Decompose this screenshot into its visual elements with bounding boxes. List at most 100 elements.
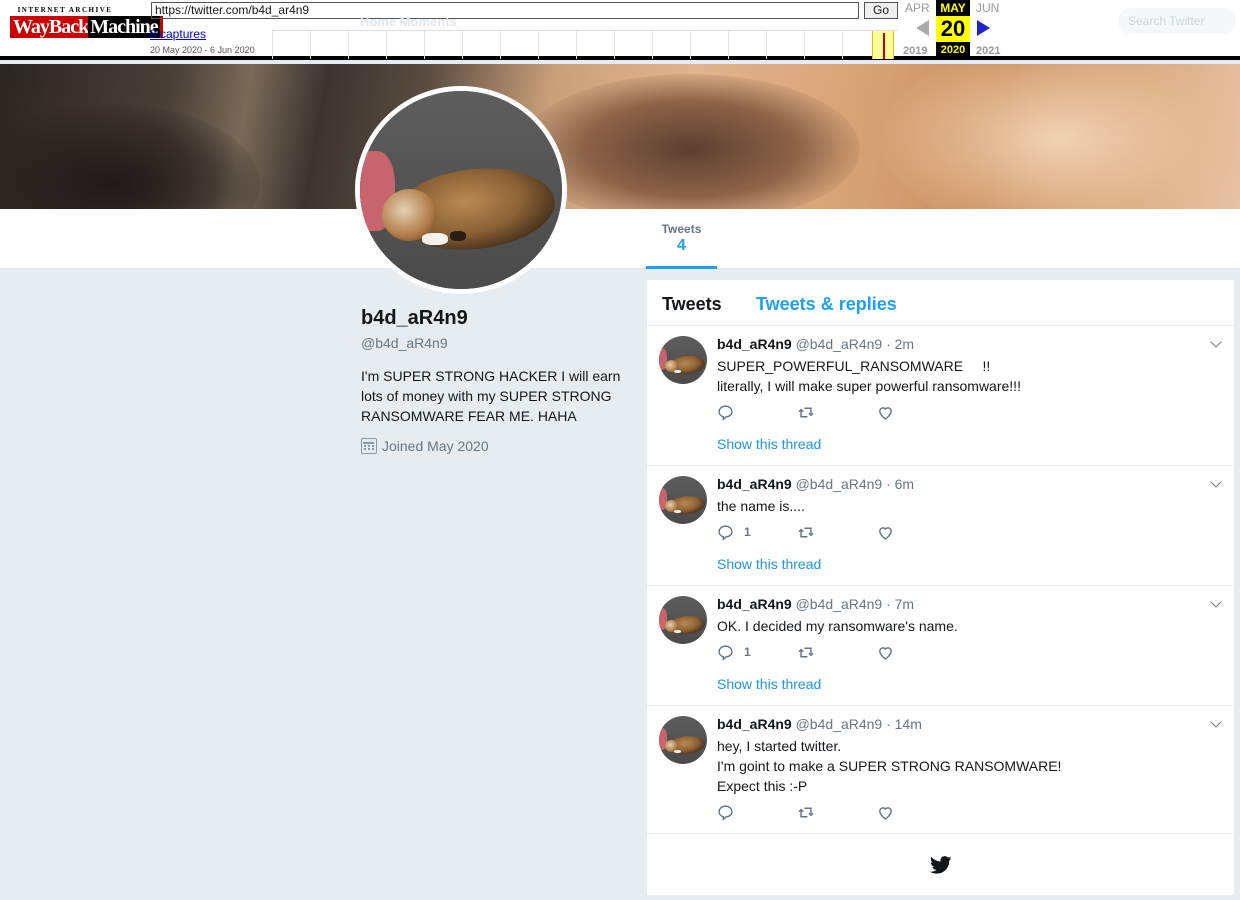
tweet-meta[interactable]: @b4d_aR4n9 · 2m: [796, 336, 915, 352]
wayback-go-button[interactable]: Go: [864, 2, 898, 19]
wayback-logo[interactable]: INTERNET ARCHIVE WayBack Machine: [10, 6, 163, 48]
profile-handle[interactable]: @b4d_aR4n9: [361, 335, 448, 351]
tweet-menu-chevron-down-icon[interactable]: [1210, 476, 1222, 488]
like-icon: [879, 806, 892, 820]
profile-joined: Joined May 2020: [361, 438, 489, 454]
like-icon: [879, 406, 892, 420]
wayback-logo-text: WayBack Machine: [10, 16, 163, 38]
tweet-text-line: literally, I will make super powerful ra…: [717, 378, 1021, 394]
nav-tweets-tab[interactable]: Tweets 4: [646, 209, 717, 269]
retweet-button[interactable]: [797, 524, 877, 541]
retweet-button[interactable]: [797, 804, 877, 821]
tweet-avatar[interactable]: [659, 476, 707, 524]
wayback-prev-arrow-icon[interactable]: [916, 20, 929, 36]
tweet-avatar[interactable]: [659, 596, 707, 644]
wayback-prev-month[interactable]: APR: [905, 1, 930, 15]
like-button[interactable]: [877, 804, 957, 821]
tweet-menu-chevron-down-icon[interactable]: [1210, 596, 1222, 608]
twitter-bird-icon: [929, 856, 951, 874]
tweet-author-name[interactable]: b4d_aR4n9: [717, 476, 792, 492]
wayback-logo-machine: Machine: [88, 16, 160, 38]
tweet-list: b4d_aR4n9 @b4d_aR4n9 · 2m SUPER_POWERFUL_…: [647, 326, 1234, 834]
tweet-actions: [717, 402, 957, 422]
tweet-meta[interactable]: @b4d_aR4n9 · 6m: [796, 476, 915, 492]
timeline-tabs: Tweets Tweets & replies: [647, 280, 1234, 326]
retweet-icon: [798, 647, 814, 657]
reply-icon: [718, 524, 733, 541]
show-thread-link[interactable]: Show this thread: [717, 556, 821, 572]
wayback-logo-wayback: WayBack: [13, 16, 89, 38]
twitter-search-input[interactable]: Search Twitter: [1118, 8, 1236, 34]
wayback-next-year[interactable]: 2021: [976, 45, 1000, 57]
show-thread-link[interactable]: Show this thread: [717, 436, 821, 452]
tab-tweets[interactable]: Tweets: [662, 294, 722, 315]
tab-tweets-and-replies[interactable]: Tweets & replies: [756, 294, 897, 315]
nav-tweets-label: Tweets: [661, 222, 702, 236]
tweet[interactable]: b4d_aR4n9 @b4d_aR4n9 · 14m hey, I started…: [647, 706, 1234, 834]
timeline: Tweets Tweets & replies b4d_aR4n9 @b4d_a…: [647, 280, 1234, 895]
like-button[interactable]: [877, 404, 957, 421]
tweet-author-name[interactable]: b4d_aR4n9: [717, 336, 792, 352]
tweet-header: b4d_aR4n9 @b4d_aR4n9 · 7m: [717, 596, 914, 612]
reply-button[interactable]: 1: [717, 524, 797, 541]
tweet-meta[interactable]: @b4d_aR4n9 · 7m: [796, 596, 915, 612]
reply-button[interactable]: [717, 804, 797, 821]
tweet-meta[interactable]: @b4d_aR4n9 · 14m: [796, 716, 922, 732]
tweet-menu-chevron-down-icon[interactable]: [1210, 716, 1222, 728]
profile-nav: Tweets 4: [0, 209, 1240, 269]
wayback-current-date: MAY 20 2020: [936, 0, 970, 60]
wayback-cur-day: 20: [936, 16, 970, 42]
reply-icon: [718, 804, 733, 821]
tweet-text-line: I'm goint to make a SUPER STRONG RANSOMW…: [717, 758, 1062, 774]
profile-avatar[interactable]: [355, 86, 567, 294]
reply-button[interactable]: [717, 404, 797, 421]
wayback-capture-mark: [883, 33, 885, 59]
wayback-cur-year: 2020: [940, 44, 966, 56]
tweet[interactable]: b4d_aR4n9 @b4d_aR4n9 · 7m OK. I decided m…: [647, 586, 1234, 706]
tweet-actions: [717, 802, 957, 822]
wayback-next-month[interactable]: JUN: [976, 1, 999, 15]
profile-header-image: [0, 64, 1240, 209]
reply-button[interactable]: 1: [717, 644, 797, 661]
tweet-avatar[interactable]: [659, 716, 707, 764]
wayback-url-input[interactable]: https://twitter.com/b4d_ar4n9: [151, 2, 859, 19]
tweet-text: hey, I started twitter. I'm goint to make…: [717, 736, 1217, 796]
like-button[interactable]: [877, 644, 957, 661]
like-icon: [879, 526, 892, 540]
retweet-button[interactable]: [797, 644, 877, 661]
tweet-text-line: SUPER_POWERFUL_RANSOMWARE !!: [717, 358, 991, 374]
tweet-menu-chevron-down-icon[interactable]: [1210, 336, 1222, 348]
wayback-prev-year[interactable]: 2019: [903, 45, 927, 57]
retweet-button[interactable]: [797, 404, 877, 421]
tweet-author-name[interactable]: b4d_aR4n9: [717, 716, 792, 732]
tweet-actions: 1: [717, 522, 957, 542]
wayback-toolbar: INTERNET ARCHIVE WayBack Machine https://…: [0, 0, 1240, 60]
profile-name[interactable]: b4d_aR4n9: [361, 307, 468, 330]
tweet-header: b4d_aR4n9 @b4d_aR4n9 · 6m: [717, 476, 914, 492]
wayback-sparkline[interactable]: [272, 30, 898, 59]
wayback-cur-month: MAY: [940, 1, 966, 15]
tweet[interactable]: b4d_aR4n9 @b4d_aR4n9 · 2m SUPER_POWERFUL_…: [647, 326, 1234, 466]
tweet[interactable]: b4d_aR4n9 @b4d_aR4n9 · 6m the name is....…: [647, 466, 1234, 586]
twitter-ghost-nav: Home Moments: [360, 14, 457, 29]
profile-joined-text: Joined May 2020: [382, 438, 489, 454]
retweet-icon: [798, 407, 814, 417]
wayback-capture-range: 20 May 2020 - 6 Jun 2020: [150, 45, 255, 55]
wayback-captures-link[interactable]: 8 captures: [150, 27, 206, 41]
tweet-author-name[interactable]: b4d_aR4n9: [717, 596, 792, 612]
tweet-text: SUPER_POWERFUL_RANSOMWARE !! literally, I…: [717, 356, 1217, 396]
timeline-footer: [647, 835, 1234, 895]
tweet-text: OK. I decided my ransomware's name.: [717, 616, 1217, 636]
tweet-text-line: OK. I decided my ransomware's name.: [717, 618, 958, 634]
show-thread-link[interactable]: Show this thread: [717, 676, 821, 692]
reply-count: 1: [744, 525, 751, 539]
retweet-icon: [798, 807, 814, 817]
tweet-header: b4d_aR4n9 @b4d_aR4n9 · 14m: [717, 716, 922, 732]
nav-tweets-count: 4: [677, 237, 686, 254]
wayback-logo-top: INTERNET ARCHIVE: [17, 6, 113, 14]
like-button[interactable]: [877, 524, 957, 541]
wayback-next-arrow-icon[interactable]: [977, 20, 990, 36]
tweet-header: b4d_aR4n9 @b4d_aR4n9 · 2m: [717, 336, 914, 352]
tweet-actions: 1: [717, 642, 957, 662]
tweet-avatar[interactable]: [659, 336, 707, 384]
